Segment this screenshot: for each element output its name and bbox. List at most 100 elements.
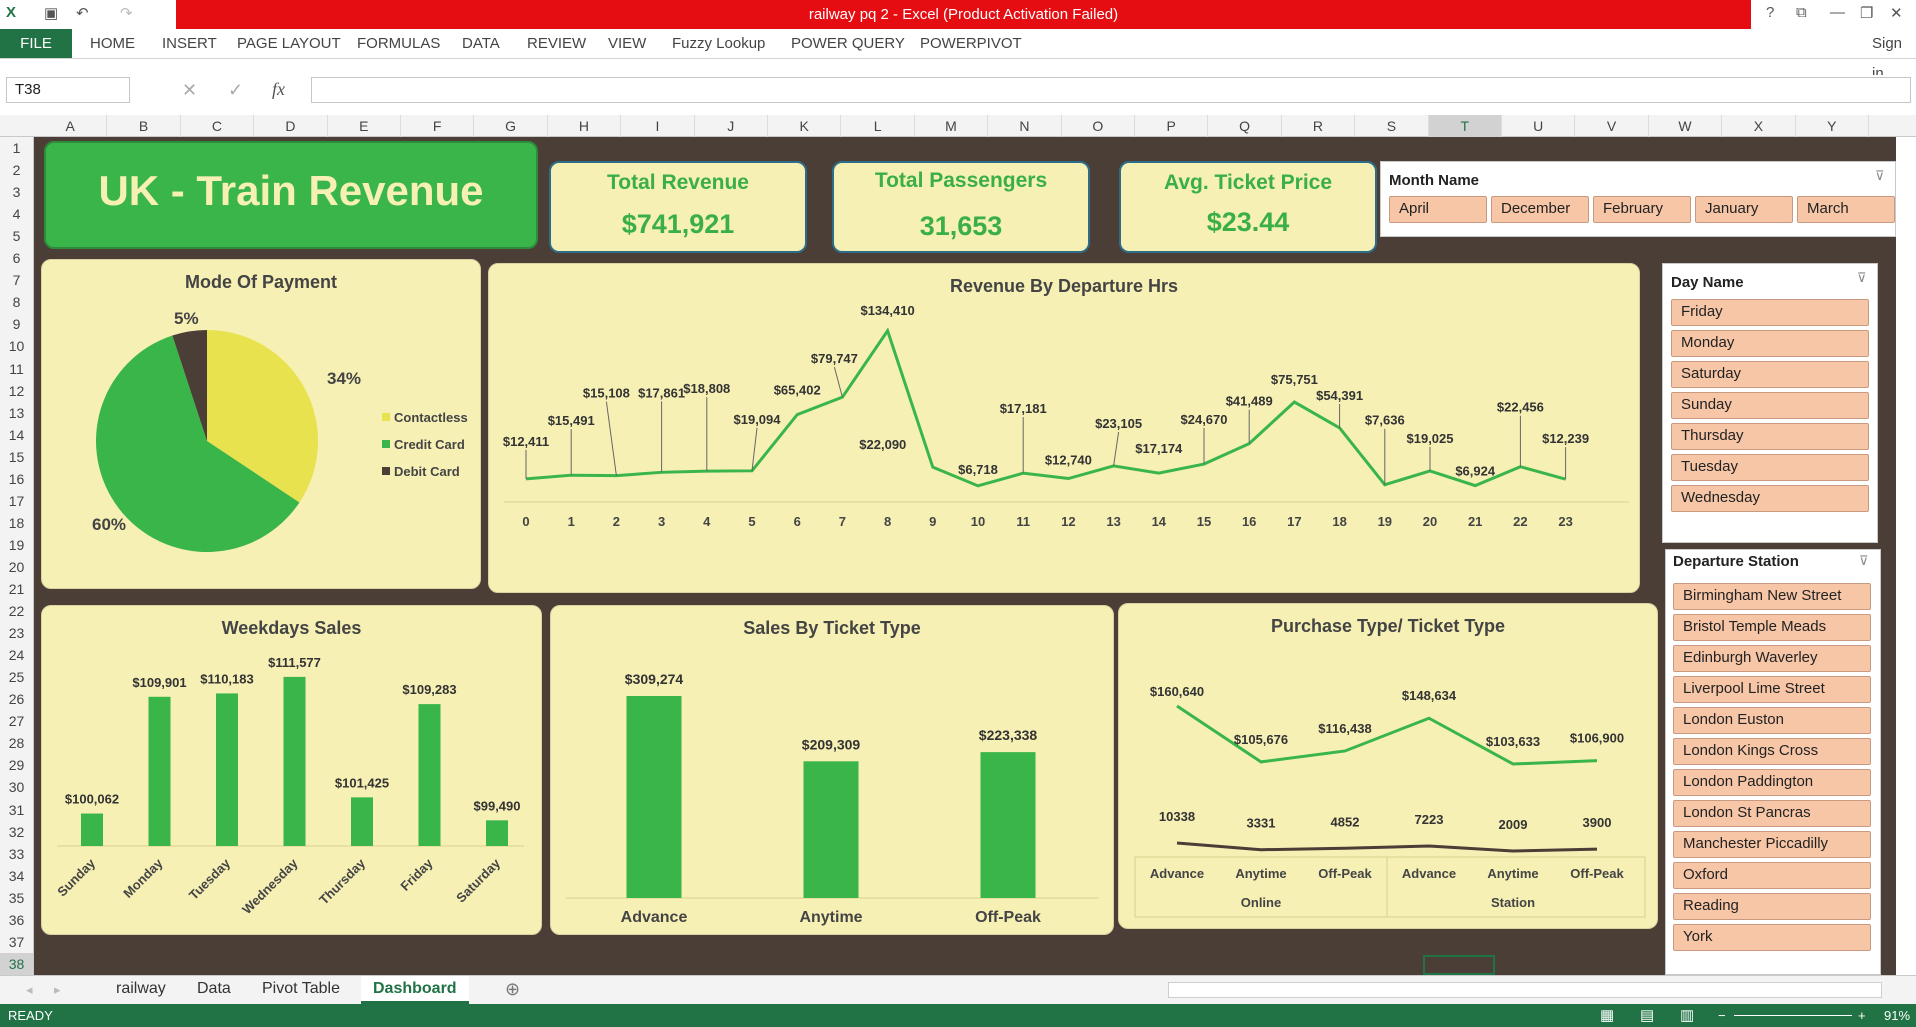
row-header[interactable]: 26 (0, 688, 33, 710)
sheet-tab-railway[interactable]: railway (104, 976, 178, 1004)
slicer-item-station[interactable]: Birmingham New Street (1673, 583, 1871, 610)
slicer-item-station[interactable]: Reading (1673, 893, 1871, 920)
function-icon[interactable]: fx (272, 79, 285, 100)
row-header[interactable]: 30 (0, 776, 33, 798)
row-header[interactable]: 1 (0, 137, 33, 159)
row-header[interactable]: 5 (0, 225, 33, 247)
column-header[interactable]: N (988, 115, 1062, 137)
row-header[interactable]: 35 (0, 887, 33, 909)
row-header[interactable]: 24 (0, 644, 33, 666)
slicer-item-saturday[interactable]: Saturday (1671, 361, 1869, 388)
row-header[interactable]: 11 (0, 358, 33, 380)
column-header[interactable]: P (1135, 115, 1209, 137)
column-header[interactable]: Q (1208, 115, 1282, 137)
column-header[interactable]: U (1502, 115, 1576, 137)
slicer-item-station[interactable]: York (1673, 924, 1871, 951)
formula-input[interactable] (311, 77, 1911, 103)
undo-icon[interactable]: ↶ (76, 4, 89, 22)
scroll-right-icon[interactable]: ▸ (54, 982, 61, 998)
selected-cell[interactable] (1423, 955, 1495, 975)
column-header[interactable]: T (1428, 115, 1502, 137)
slicer-item-station[interactable]: Manchester Piccadilly (1673, 831, 1871, 858)
row-header[interactable]: 15 (0, 446, 33, 468)
slicer-item-march[interactable]: March (1797, 196, 1895, 223)
slicer-item-sunday[interactable]: Sunday (1671, 392, 1869, 419)
scroll-left-icon[interactable]: ◂ (26, 982, 33, 998)
row-header[interactable]: 25 (0, 666, 33, 688)
tab-file[interactable]: FILE (0, 29, 72, 58)
row-header[interactable]: 6 (0, 247, 33, 269)
slicer-item-station[interactable]: London St Pancras (1673, 800, 1871, 827)
slicer-item-wednesday[interactable]: Wednesday (1671, 485, 1869, 512)
column-header[interactable]: A (34, 115, 108, 137)
slicer-item-monday[interactable]: Monday (1671, 330, 1869, 357)
slicer-item-station[interactable]: Liverpool Lime Street (1673, 676, 1871, 703)
row-header[interactable]: 31 (0, 799, 33, 821)
tab-formulas[interactable]: FORMULAS (357, 29, 440, 59)
zoom-out-icon[interactable]: − (1718, 1004, 1726, 1027)
tab-power-query[interactable]: POWER QUERY (791, 29, 905, 59)
row-header[interactable]: 27 (0, 710, 33, 732)
row-header[interactable]: 13 (0, 402, 33, 424)
tab-view[interactable]: VIEW (608, 29, 646, 59)
row-header[interactable]: 10 (0, 335, 33, 357)
column-header[interactable]: K (768, 115, 842, 137)
column-header[interactable]: R (1282, 115, 1356, 137)
name-box[interactable]: T38 (6, 77, 130, 103)
restore-icon[interactable]: ❐ (1860, 4, 1873, 22)
row-header[interactable]: 37 (0, 931, 33, 953)
slicer-item-station[interactable]: Oxford (1673, 862, 1871, 889)
row-header[interactable]: 4 (0, 203, 33, 225)
zoom-slider[interactable] (1734, 1015, 1852, 1016)
redo-icon[interactable]: ↷ (120, 4, 133, 22)
minimize-icon[interactable]: — (1830, 4, 1845, 21)
column-header[interactable]: L (841, 115, 915, 137)
tab-page-layout[interactable]: PAGE LAYOUT (237, 29, 341, 59)
slicer-item-station[interactable]: Bristol Temple Meads (1673, 614, 1871, 641)
tab-insert[interactable]: INSERT (162, 29, 217, 59)
row-header[interactable]: 9 (0, 313, 33, 335)
tab-data[interactable]: DATA (462, 29, 500, 59)
horizontal-scrollbar[interactable] (1168, 982, 1882, 998)
page-layout-icon[interactable]: ▤ (1640, 1004, 1654, 1027)
slicer-item-april[interactable]: April (1389, 196, 1487, 223)
sheet-tab-data[interactable]: Data (185, 976, 243, 1004)
column-header[interactable]: V (1575, 115, 1649, 137)
row-header[interactable]: 18 (0, 512, 33, 534)
row-header[interactable]: 23 (0, 622, 33, 644)
row-header[interactable]: 7 (0, 269, 33, 291)
column-header[interactable]: I (621, 115, 695, 137)
column-header[interactable]: B (107, 115, 181, 137)
row-header[interactable]: 29 (0, 754, 33, 776)
column-header[interactable]: W (1649, 115, 1723, 137)
column-header[interactable]: G (474, 115, 548, 137)
row-header[interactable]: 38 (0, 952, 33, 975)
tab-powerpivot[interactable]: POWERPIVOT (920, 29, 1022, 59)
slicer-item-station[interactable]: London Kings Cross (1673, 738, 1871, 765)
normal-view-icon[interactable]: ▦ (1600, 1004, 1614, 1027)
sign-in-link[interactable]: Sign in (1872, 29, 1916, 82)
row-header[interactable]: 8 (0, 291, 33, 313)
sheet-tab-pivot-table[interactable]: Pivot Table (250, 976, 352, 1004)
row-header[interactable]: 22 (0, 600, 33, 622)
ribbon-display-icon[interactable]: ⧉ (1796, 4, 1807, 21)
save-icon[interactable]: ▣ (44, 4, 58, 22)
column-header[interactable]: F (401, 115, 475, 137)
row-header[interactable]: 21 (0, 578, 33, 600)
clear-filter-icon[interactable]: ⊽ (1859, 553, 1869, 569)
sheet-tab-dashboard[interactable]: Dashboard (361, 976, 469, 1004)
tab-fuzzy-lookup[interactable]: Fuzzy Lookup (672, 29, 765, 59)
slicer-item-thursday[interactable]: Thursday (1671, 423, 1869, 450)
tab-review[interactable]: REVIEW (527, 29, 586, 59)
slicer-item-february[interactable]: February (1593, 196, 1691, 223)
page-break-icon[interactable]: ▥ (1680, 1004, 1694, 1027)
add-sheet-icon[interactable]: ⊕ (505, 979, 520, 1000)
column-header[interactable]: J (695, 115, 768, 137)
slicer-item-friday[interactable]: Friday (1671, 299, 1869, 326)
close-icon[interactable]: ✕ (1890, 4, 1903, 22)
column-header[interactable]: C (181, 115, 255, 137)
slicer-item-station[interactable]: London Paddington (1673, 769, 1871, 796)
enter-icon[interactable]: ✓ (228, 80, 243, 101)
row-header[interactable]: 36 (0, 909, 33, 931)
slicer-item-january[interactable]: January (1695, 196, 1793, 223)
